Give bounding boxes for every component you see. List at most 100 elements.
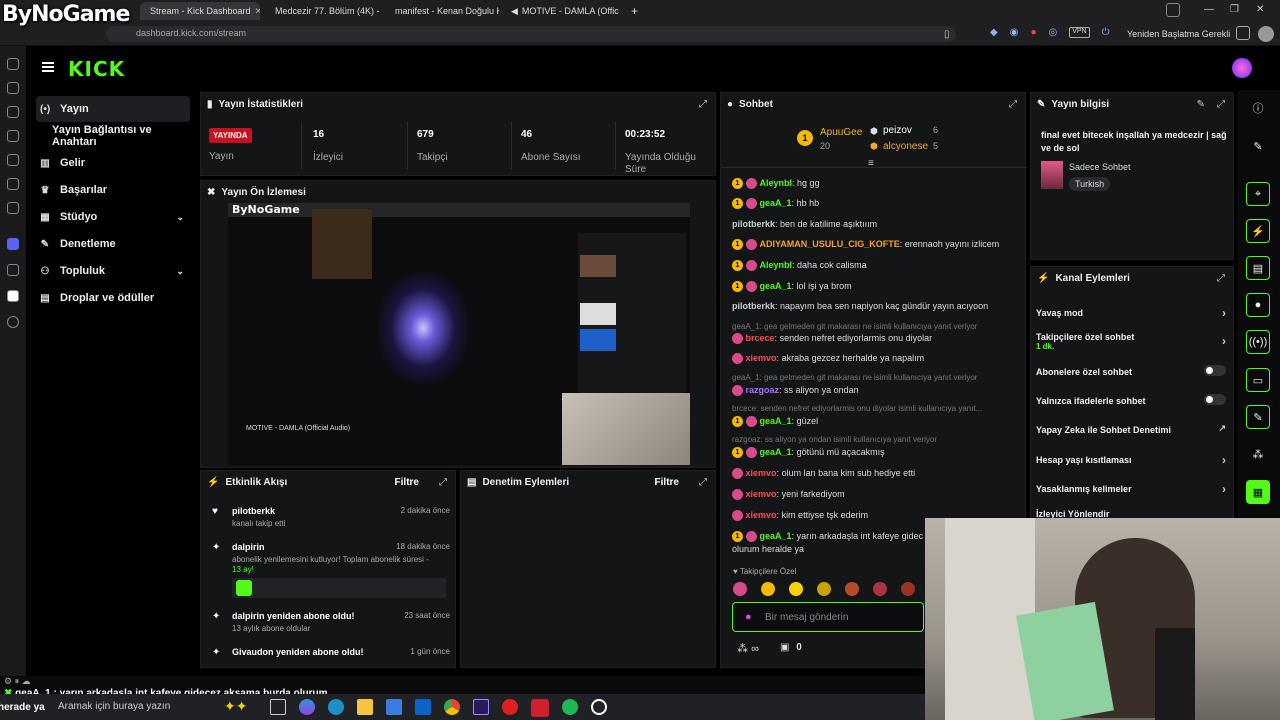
edge-icon[interactable] — [328, 699, 344, 715]
chat-username[interactable]: xiemvo — [746, 489, 777, 499]
tab-manifest[interactable]: manifest - Kenan Doğulu K — [385, 2, 499, 20]
download-icon[interactable] — [7, 82, 19, 94]
chat-username[interactable]: geaA_1 — [760, 416, 792, 426]
chat-username[interactable]: ADIYAMAN_USULU_CIG_KOFTE — [760, 239, 900, 249]
extension-icon[interactable]: ◉ — [1010, 27, 1019, 38]
subscribers-only-row[interactable]: Abonelere özel sohbet — [1036, 365, 1226, 377]
discord-icon[interactable] — [7, 238, 19, 250]
history-icon[interactable] — [7, 106, 19, 118]
emote-icon[interactable] — [845, 582, 859, 596]
task-view-icon[interactable] — [270, 699, 286, 715]
bookmark-icon[interactable]: ▯ — [944, 29, 950, 40]
broadcast-icon[interactable]: ((•)) — [1246, 330, 1270, 354]
banned-words-row[interactable]: Yasaklanmış kelimeler › — [1036, 482, 1226, 496]
leader-name[interactable]: ApuuGee — [820, 127, 862, 138]
emote-icon[interactable] — [873, 582, 887, 596]
community-icon[interactable]: ⁂ — [1246, 442, 1270, 466]
user-avatar[interactable] — [1232, 58, 1252, 78]
account-age-row[interactable]: Hesap yaşı kısıtlaması › — [1036, 453, 1226, 467]
minimize-icon[interactable]: — — [1204, 4, 1214, 15]
kick-logo[interactable]: KICK — [68, 57, 125, 81]
microphone-icon[interactable]: ● — [745, 611, 752, 623]
tab-search-icon[interactable] — [1166, 3, 1180, 17]
nav-item-denetleme[interactable]: ✎ Denetleme — [26, 231, 190, 257]
gift-icon[interactable]: ▣ — [780, 642, 789, 653]
expand-icon[interactable]: ⤢ — [1217, 99, 1225, 110]
emote-icon[interactable] — [789, 582, 803, 596]
add-panel-icon[interactable] — [7, 316, 19, 328]
tab-medcezir[interactable]: Medcezir 77. Bölüm (4K) - — [265, 2, 379, 20]
new-tab-button[interactable]: + — [625, 2, 643, 20]
bolt-icon[interactable]: ⚡ — [1246, 219, 1270, 243]
filter-button[interactable]: Filtre — [655, 477, 679, 488]
chrome-icon[interactable] — [444, 699, 460, 715]
expand-icon[interactable]: ⤢ — [1217, 273, 1225, 284]
nav-item-gelir[interactable]: ▥ Gelir — [26, 150, 190, 176]
taskbar-search[interactable]: Aramak için buraya yazın — [58, 701, 170, 712]
emote-icon[interactable] — [761, 582, 775, 596]
expand-icon[interactable]: ⤢ — [439, 477, 447, 488]
opera-icon[interactable] — [502, 699, 518, 715]
chat-username[interactable]: xiemvo — [746, 353, 777, 363]
copilot-icon[interactable] — [299, 699, 315, 715]
emotes-only-toggle[interactable] — [1204, 394, 1226, 405]
url-bar[interactable]: dashboard.kick.com/stream — [106, 26, 956, 42]
leader-name[interactable]: peizov — [883, 125, 912, 136]
wallet-icon[interactable] — [7, 178, 19, 190]
vivaldi-icon[interactable] — [531, 699, 549, 717]
power-icon[interactable]: ⏻ — [1102, 27, 1110, 38]
expand-icon[interactable]: ⤢ — [699, 477, 707, 488]
chat-username[interactable]: geaA_1 — [760, 531, 792, 541]
emotes-only-row[interactable]: Yalnızca ifadelerle sohbet — [1036, 394, 1226, 406]
tab-kick-dashboard[interactable]: Stream - Kick Dashboard ✕ — [140, 2, 260, 20]
window-close-icon[interactable]: ✕ — [1256, 4, 1264, 15]
chat-username[interactable]: geaA_1 — [760, 447, 792, 457]
notes-icon[interactable] — [7, 202, 19, 214]
tab-motive[interactable]: ◀ MOTIVE - DAMLA (Official — [505, 2, 619, 20]
nav-item-yayin[interactable]: (•) Yayın — [36, 96, 190, 122]
document-icon[interactable]: ▤ — [1246, 256, 1270, 280]
sidebar-panel-icon[interactable] — [1236, 26, 1250, 40]
obs-icon[interactable] — [591, 699, 607, 715]
edit-icon[interactable]: ✎ — [1197, 99, 1205, 110]
chat-input[interactable]: ● Bir mesaj gönderin — [732, 602, 924, 632]
pencil-icon[interactable]: ✎ — [1246, 134, 1270, 158]
chat-username[interactable]: pilotberkk — [732, 301, 775, 311]
restart-required-button[interactable]: Yeniden Başlatma Gerekli — [1127, 29, 1230, 39]
extension-icon[interactable]: ◎ — [1048, 27, 1057, 38]
chat-username[interactable]: pilotberkk — [732, 219, 775, 229]
stream-preview-video[interactable]: ByNoGame MOTIVE - DAMLA (Official Audio) — [228, 203, 690, 465]
settings-icon[interactable] — [7, 264, 19, 276]
chat-username[interactable]: razgoaz — [746, 385, 780, 395]
expand-icon[interactable]: ⤢ — [1009, 99, 1017, 110]
nav-item-basarilar[interactable]: ♛ Başarılar — [26, 177, 190, 203]
leaderboard-toggle-icon[interactable]: ≡ — [868, 158, 874, 169]
bubbles-icon[interactable]: ⁂ — [737, 643, 748, 655]
menu-icon[interactable] — [42, 62, 54, 72]
grid-icon[interactable]: ▦ — [1246, 480, 1270, 504]
store-icon[interactable] — [386, 699, 402, 715]
info-icon[interactable]: ⓘ — [1246, 96, 1270, 120]
chat-username[interactable]: geaA_1 — [760, 281, 792, 291]
close-icon[interactable]: ✕ — [255, 6, 260, 17]
tabs-icon[interactable] — [7, 154, 19, 166]
layout-icon[interactable]: ▭ — [1246, 368, 1270, 392]
chat-username[interactable]: xiemvo — [746, 468, 777, 478]
filter-button[interactable]: Filtre — [395, 477, 419, 488]
followers-only-row[interactable]: Takipçilere özel sohbet 1 dk. › — [1036, 332, 1226, 351]
language-tag[interactable]: Turkish — [1069, 177, 1111, 191]
emote-icon[interactable] — [733, 582, 747, 596]
ai-moderation-row[interactable]: Yapay Zeka ile Sohbet Denetimi ↗ — [1036, 423, 1226, 435]
leader-name[interactable]: alcyonese — [883, 141, 928, 152]
nav-item-droplar[interactable]: ▤ Droplar ve ödüller — [26, 285, 190, 311]
expand-icon[interactable]: ⤢ — [699, 99, 707, 110]
nav-item-studyo[interactable]: ▦ Stüdyo ⌄ — [26, 204, 190, 230]
extension-icon[interactable]: ◆ — [990, 27, 998, 38]
folder-icon[interactable] — [357, 699, 373, 715]
subscribers-only-toggle[interactable] — [1204, 365, 1226, 376]
slow-mode-row[interactable]: Yavaş mod › — [1036, 306, 1226, 320]
nav-item-topluluk[interactable]: ⚇ Topluluk ⌄ — [26, 258, 190, 284]
wiki-icon[interactable] — [7, 290, 19, 302]
wrench-icon[interactable]: ✎ — [1246, 405, 1270, 429]
vpn-button[interactable]: VPN — [1069, 27, 1090, 38]
